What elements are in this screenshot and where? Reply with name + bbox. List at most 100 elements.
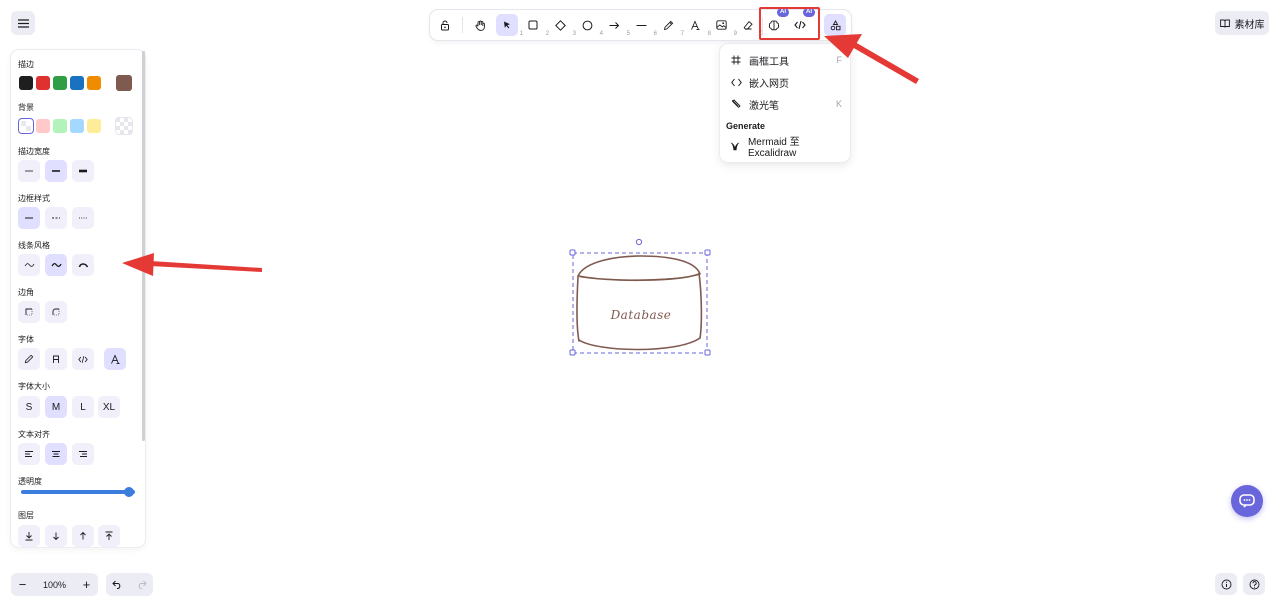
font-size-label: 字体大小 xyxy=(18,382,50,391)
current-background-color[interactable] xyxy=(116,118,132,134)
pencil-icon xyxy=(663,20,673,30)
sloppiness-architect[interactable] xyxy=(18,254,40,276)
ellipse-tool-button[interactable]: 4 xyxy=(576,14,603,37)
hand-icon xyxy=(474,19,485,31)
mermaid-icon xyxy=(730,142,741,151)
font-size-small[interactable]: S xyxy=(18,396,40,418)
rectangle-icon xyxy=(528,20,538,30)
lock-tool-button[interactable] xyxy=(434,14,456,36)
dropdown-item-label: 嵌入网页 xyxy=(749,78,789,90)
dropdown-item-mermaid[interactable]: Mermaid 至 Excalidraw xyxy=(730,137,842,159)
hand-tool-button[interactable] xyxy=(469,14,491,36)
stroke-style-dashed[interactable] xyxy=(45,207,67,229)
layers-label: 图层 xyxy=(18,511,34,520)
image-tool-button[interactable]: 9 xyxy=(710,14,737,37)
redo-icon xyxy=(138,580,147,589)
text-icon xyxy=(690,19,699,30)
zoom-out-button[interactable]: − xyxy=(11,573,34,596)
zoom-in-button[interactable]: + xyxy=(75,573,98,596)
current-stroke-color[interactable] xyxy=(116,75,132,91)
undo-button[interactable] xyxy=(112,576,123,594)
background-color-swatch[interactable] xyxy=(19,119,33,133)
eraser-icon xyxy=(743,20,753,30)
arrow-down-icon xyxy=(53,532,59,541)
text-align-left[interactable] xyxy=(18,443,40,465)
font-normal[interactable] xyxy=(45,348,67,370)
draw-tool-button[interactable]: 7 xyxy=(657,14,684,37)
bring-forward-button[interactable] xyxy=(72,525,94,547)
dropdown-item-laser[interactable]: 激光笔 K xyxy=(730,95,842,113)
stroke-style-solid[interactable] xyxy=(18,207,40,229)
shape-label: Database xyxy=(610,308,672,322)
edges-sharp[interactable] xyxy=(18,301,40,323)
stroke-width-bold[interactable] xyxy=(45,160,67,182)
history-controls xyxy=(106,573,153,596)
background-color-swatch[interactable] xyxy=(53,119,67,133)
library-button[interactable]: 素材库 xyxy=(1215,11,1269,35)
send-to-back-button[interactable] xyxy=(18,525,40,547)
stroke-color-swatch[interactable] xyxy=(19,76,33,90)
diamond-tool-button[interactable]: 3 xyxy=(549,14,576,37)
text-align-center[interactable] xyxy=(45,443,67,465)
ellipse-icon xyxy=(582,20,592,30)
background-color-swatch[interactable] xyxy=(36,119,50,133)
dropdown-item-shortcut: F xyxy=(836,55,843,65)
stroke-color-swatch[interactable] xyxy=(53,76,67,90)
font-hand-drawn[interactable] xyxy=(18,348,40,370)
dropdown-item-label: 激光笔 xyxy=(749,100,779,112)
stroke-color-swatch[interactable] xyxy=(87,76,101,90)
dropdown-item-label: Mermaid 至 Excalidraw xyxy=(747,137,800,159)
font-size-medium[interactable]: M xyxy=(45,396,67,418)
dropdown-item-frame-tool[interactable]: 画框工具 F xyxy=(730,51,842,69)
send-backward-button[interactable] xyxy=(45,525,67,547)
text-align-right[interactable] xyxy=(72,443,94,465)
image-icon xyxy=(715,20,727,30)
help-button[interactable] xyxy=(1243,573,1265,595)
more-tools-button[interactable] xyxy=(824,14,846,36)
edges-label: 边角 xyxy=(18,288,34,297)
lock-icon xyxy=(441,20,449,30)
text-tool-button[interactable]: 8 xyxy=(684,14,711,37)
zoom-value[interactable]: 100% xyxy=(34,580,75,590)
main-menu-button[interactable] xyxy=(11,11,35,35)
font-excalifont[interactable] xyxy=(104,348,126,370)
stroke-style-label: 边框样式 xyxy=(18,194,50,203)
stats-button[interactable] xyxy=(1215,573,1237,595)
rectangle-tool-button[interactable]: 2 xyxy=(522,14,549,37)
send-to-back-icon xyxy=(25,532,33,541)
dropdown-item-embed[interactable]: 嵌入网页 xyxy=(730,73,842,91)
highlight-box xyxy=(759,7,820,40)
sloppiness-cartoonist[interactable] xyxy=(72,254,94,276)
eraser-tool-button[interactable]: 0 xyxy=(736,14,763,37)
font-size-large[interactable]: L xyxy=(72,396,94,418)
stroke-style-dotted[interactable] xyxy=(72,207,94,229)
background-color-swatch[interactable] xyxy=(87,119,101,133)
selection-tool-button[interactable]: 1 xyxy=(496,14,523,37)
background-color-swatch[interactable] xyxy=(70,119,84,133)
pointer-icon xyxy=(504,21,510,29)
opacity-slider[interactable] xyxy=(21,490,135,494)
redo-button[interactable] xyxy=(136,576,147,594)
arrow-tool-button[interactable]: 5 xyxy=(603,14,630,37)
chat-icon xyxy=(1239,494,1255,508)
stroke-color-swatch[interactable] xyxy=(36,76,50,90)
stroke-color-swatch[interactable] xyxy=(70,76,84,90)
bring-to-front-button[interactable] xyxy=(98,525,120,547)
stroke-width-extra-bold[interactable] xyxy=(72,160,94,182)
stroke-width-thin[interactable] xyxy=(18,160,40,182)
font-size-extra-large[interactable]: XL xyxy=(98,396,120,418)
undo-icon xyxy=(112,580,121,589)
chat-button[interactable] xyxy=(1231,485,1263,517)
panel-scrollbar[interactable] xyxy=(142,51,145,441)
edges-round[interactable] xyxy=(45,301,67,323)
more-tools-dropdown: 画框工具 F 嵌入网页 激光笔 K Generate Mermaid 至 Exc… xyxy=(720,44,850,162)
font-code[interactable] xyxy=(72,348,94,370)
line-tool-button[interactable]: 6 xyxy=(630,14,657,37)
sloppiness-artist[interactable] xyxy=(45,254,67,276)
stroke-width-label: 描边宽度 xyxy=(18,147,50,156)
database-shape[interactable]: Database xyxy=(567,236,715,360)
opacity-slider-thumb[interactable] xyxy=(124,487,134,497)
database-drawing xyxy=(569,238,711,356)
hamburger-icon xyxy=(17,18,29,28)
dropdown-item-label: 画框工具 xyxy=(749,56,789,68)
